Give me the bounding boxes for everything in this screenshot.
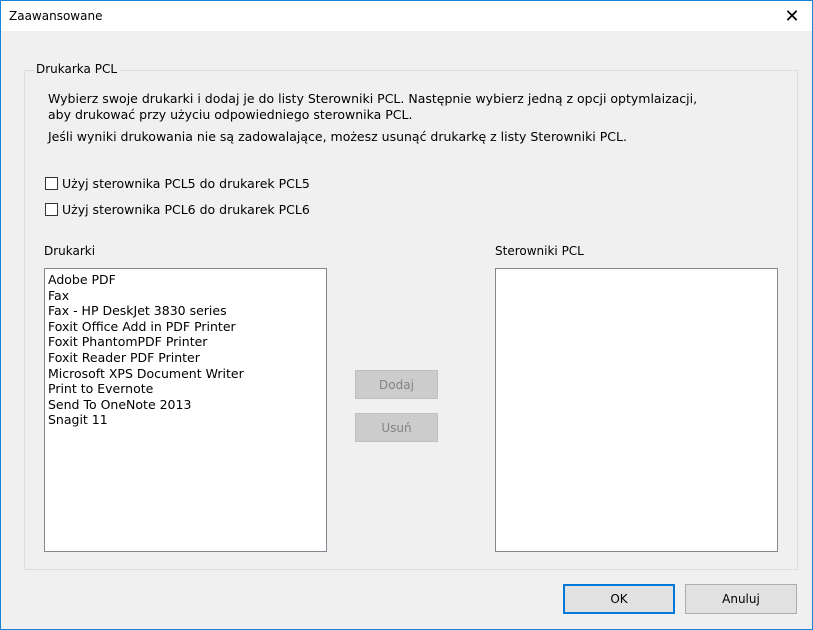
list-item[interactable]: Microsoft XPS Document Writer	[45, 366, 326, 382]
title-bar: Zaawansowane ✕	[1, 1, 812, 31]
description-line-3: Jeśli wyniki drukowania nie są zadowalaj…	[48, 129, 627, 144]
pcl6-checkbox[interactable]	[45, 203, 58, 216]
pcl5-checkbox[interactable]	[45, 177, 58, 190]
description-line-2: aby drukować przy użyciu odpowiedniego s…	[48, 107, 413, 122]
pcl6-option[interactable]: Użyj sterownika PCL6 do drukarek PCL6	[45, 202, 310, 217]
list-item[interactable]: Foxit PhantomPDF Printer	[45, 334, 326, 350]
printers-list[interactable]: Adobe PDF Fax Fax - HP DeskJet 3830 seri…	[44, 268, 327, 552]
list-item[interactable]: Print to Evernote	[45, 381, 326, 397]
ok-button[interactable]: OK	[563, 584, 675, 614]
remove-button[interactable]: Usuń	[355, 413, 438, 442]
add-button[interactable]: Dodaj	[355, 370, 438, 399]
group-legend: Drukarka PCL	[34, 62, 120, 76]
dialog-title: Zaawansowane	[9, 9, 103, 23]
list-item[interactable]: Foxit Reader PDF Printer	[45, 350, 326, 366]
list-item[interactable]: Adobe PDF	[45, 272, 326, 288]
pcl-drivers-label: Sterowniki PCL	[495, 244, 584, 258]
list-item[interactable]: Foxit Office Add in PDF Printer	[45, 319, 326, 335]
list-item[interactable]: Fax	[45, 288, 326, 304]
pcl-drivers-list[interactable]	[495, 268, 778, 552]
description-line-1: Wybierz swoje drukarki i dodaj je do lis…	[48, 91, 698, 106]
printers-label: Drukarki	[44, 244, 96, 258]
pcl6-label: Użyj sterownika PCL6 do drukarek PCL6	[62, 202, 310, 217]
list-item[interactable]: Send To OneNote 2013	[45, 397, 326, 413]
pcl5-option[interactable]: Użyj sterownika PCL5 do drukarek PCL5	[45, 176, 310, 191]
list-item[interactable]: Fax - HP DeskJet 3830 series	[45, 303, 326, 319]
cancel-button[interactable]: Anuluj	[685, 584, 797, 614]
close-button[interactable]: ✕	[772, 1, 812, 31]
close-icon: ✕	[784, 5, 800, 27]
list-item[interactable]: Snagit 11	[45, 412, 326, 428]
pcl5-label: Użyj sterownika PCL5 do drukarek PCL5	[62, 176, 310, 191]
